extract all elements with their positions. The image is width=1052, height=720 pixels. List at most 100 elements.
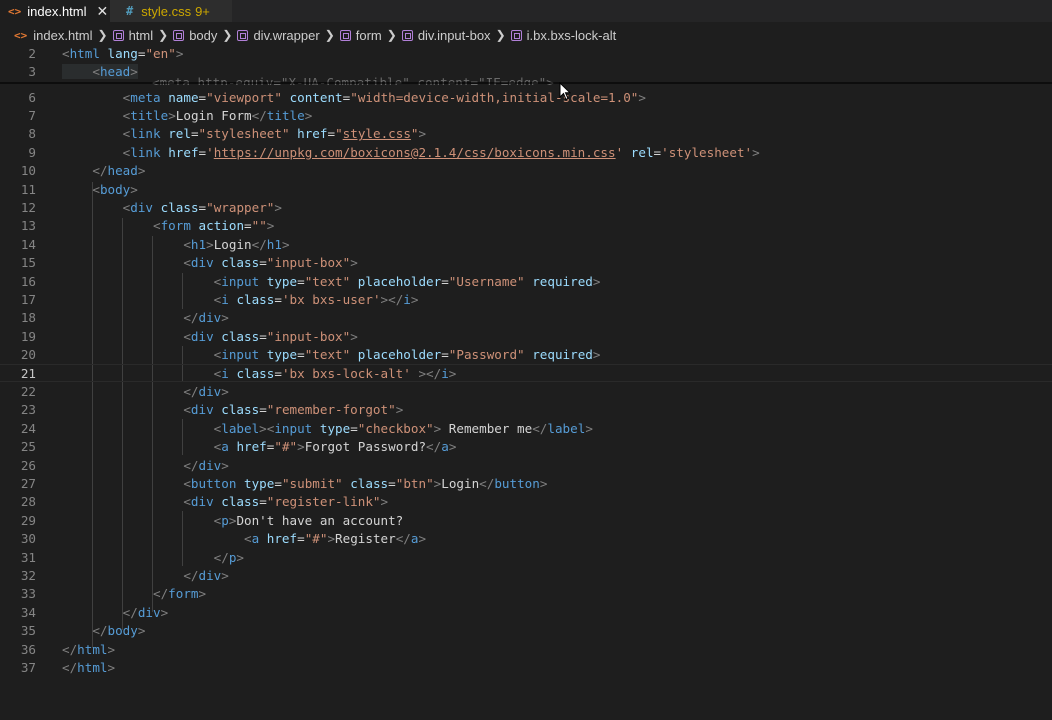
breadcrumb-item-input-box[interactable]: div.input-box [401,27,491,43]
line-number: 16 [20,273,36,289]
line-number: 8 [28,126,36,142]
line-number: 9 [28,144,36,160]
line-number: 13 [20,218,36,234]
line-number: 3 [28,64,36,80]
css-file-icon: # [126,4,134,18]
code-line: 17 <i class='bx bxs-user'></i> [0,290,1052,308]
mouse-pointer-icon [559,82,571,101]
code-line: 23 <div class="remember-forgot"> [0,401,1052,419]
html-file-icon: <> [14,28,28,42]
chevron-right-icon: ❯ [386,28,397,42]
line-number: 34 [20,604,36,620]
close-icon[interactable]: ✕ [97,3,109,20]
breadcrumb-label: i.bx.bxs-lock-alt [526,27,617,43]
code-line: 29 <p>Don't have an account? [0,511,1052,529]
breadcrumb-label: html [128,27,154,43]
breadcrumb-label: div.wrapper [253,27,320,43]
code-line: 33 </form> [0,585,1052,603]
html-file-icon: <> [8,4,22,18]
breadcrumb: <> index.html ❯ html ❯ body ❯ div.wrappe… [0,24,1052,46]
line-number: 18 [20,310,36,326]
code-line: 28 <div class="register-link"> [0,493,1052,511]
breadcrumb-item-html[interactable]: html [112,27,154,43]
line-number: 11 [20,181,36,197]
code-line-current: 21 <i class='bx bxs-lock-alt' ></i> [0,364,1052,383]
code-line: 35 </body> [0,622,1052,640]
line-number: 22 [20,384,36,400]
breadcrumb-item-form[interactable]: form [339,27,382,43]
tab-style-css[interactable]: # style.css 9+ [110,0,232,22]
line-number: 14 [20,236,36,252]
code-line: 31 </p> [0,548,1052,566]
breadcrumb-item-wrapper[interactable]: div.wrapper [237,27,320,43]
line-number: 25 [20,439,36,455]
code-line: 36 </html> [0,640,1052,658]
code-line: 8 <link rel="stylesheet" href="style.css… [0,125,1052,143]
line-number: 24 [20,420,36,436]
line-number: 6 [28,89,36,105]
code-line: 25 <a href="#">Forgot Password?</a> [0,438,1052,456]
breadcrumb-label: div.input-box [417,27,491,43]
code-line: 20 <input type="text" placeholder="Passw… [0,346,1052,364]
line-number: 31 [20,549,36,565]
line-number: 10 [20,163,36,179]
code-line: 22 </div> [0,382,1052,400]
line-number: 20 [20,347,36,363]
code-line: 24 <label><input type="checkbox"> Rememb… [0,419,1052,437]
tab-index-html[interactable]: <> index.html ✕ [0,0,110,22]
code-line: 37 </html> [0,658,1052,676]
code-line: 9 <link href='https://unpkg.com/boxicons… [0,143,1052,161]
code-line: 16 <input type="text" placeholder="Usern… [0,272,1052,290]
line-number: 36 [20,641,36,657]
editor-tab-bar: <> index.html ✕ # style.css 9+ [0,0,1052,22]
code-line: 14 <h1>Login</h1> [0,235,1052,253]
code-line: 13 <form action=""> [0,217,1052,235]
code-line: 11 <body> [0,180,1052,198]
tab-label: style.css [141,3,192,19]
chevron-right-icon: ❯ [324,28,335,42]
line-number: 28 [20,494,36,510]
symbol-element-icon [339,29,351,41]
line-number: 37 [20,660,36,676]
symbol-element-icon [237,29,249,41]
breadcrumb-label: form [355,27,382,43]
breadcrumb-item-body[interactable]: body [173,28,217,43]
symbol-element-icon [401,29,413,41]
line-number: 12 [20,200,36,216]
code-line: 34 </div> [0,603,1052,621]
chevron-right-icon: ❯ [97,28,108,42]
symbol-element-icon [173,29,185,41]
chevron-right-icon: ❯ [158,28,169,42]
line-number: 19 [20,328,36,344]
line-number: 2 [28,45,36,61]
line-number: 27 [20,476,36,492]
breadcrumb-label: body [189,27,218,43]
symbol-element-icon [510,29,522,41]
code-line: 10 </head> [0,162,1052,180]
code-line: 27 <button type="submit" class="btn">Log… [0,474,1052,492]
line-number: 15 [20,255,36,271]
line-number: 29 [20,512,36,528]
breadcrumb-item-file[interactable]: <> index.html [0,28,93,43]
code-line: 19 <div class="input-box"> [0,327,1052,345]
code-line: 26 </div> [0,456,1052,474]
code-line: 7 <title>Login Form</title> [0,106,1052,124]
line-number: 26 [20,457,36,473]
line-number: 7 [28,108,36,124]
line-number: 33 [20,586,36,602]
code-line: 32 </div> [0,566,1052,584]
code-line: 18 </div> [0,309,1052,327]
chevron-right-icon: ❯ [495,28,506,42]
chevron-right-icon: ❯ [222,28,233,42]
symbol-element-icon [112,29,124,41]
tab-label: index.html [27,3,87,19]
line-number: 32 [20,568,36,584]
code-editor-body[interactable]: 6 <meta name="viewport" content="width=d… [0,88,1052,720]
line-number: 35 [20,623,36,639]
code-line: 12 <div class="wrapper"> [0,198,1052,216]
breadcrumb-item-lock-icon[interactable]: i.bx.bxs-lock-alt [510,27,617,43]
code-line: 30 <a href="#">Register</a> [0,530,1052,548]
code-line: 6 <meta name="viewport" content="width=d… [0,88,1052,106]
code-line: 2 <html lang="en"> [0,44,1052,62]
code-line: 15 <div class="input-box"> [0,254,1052,272]
